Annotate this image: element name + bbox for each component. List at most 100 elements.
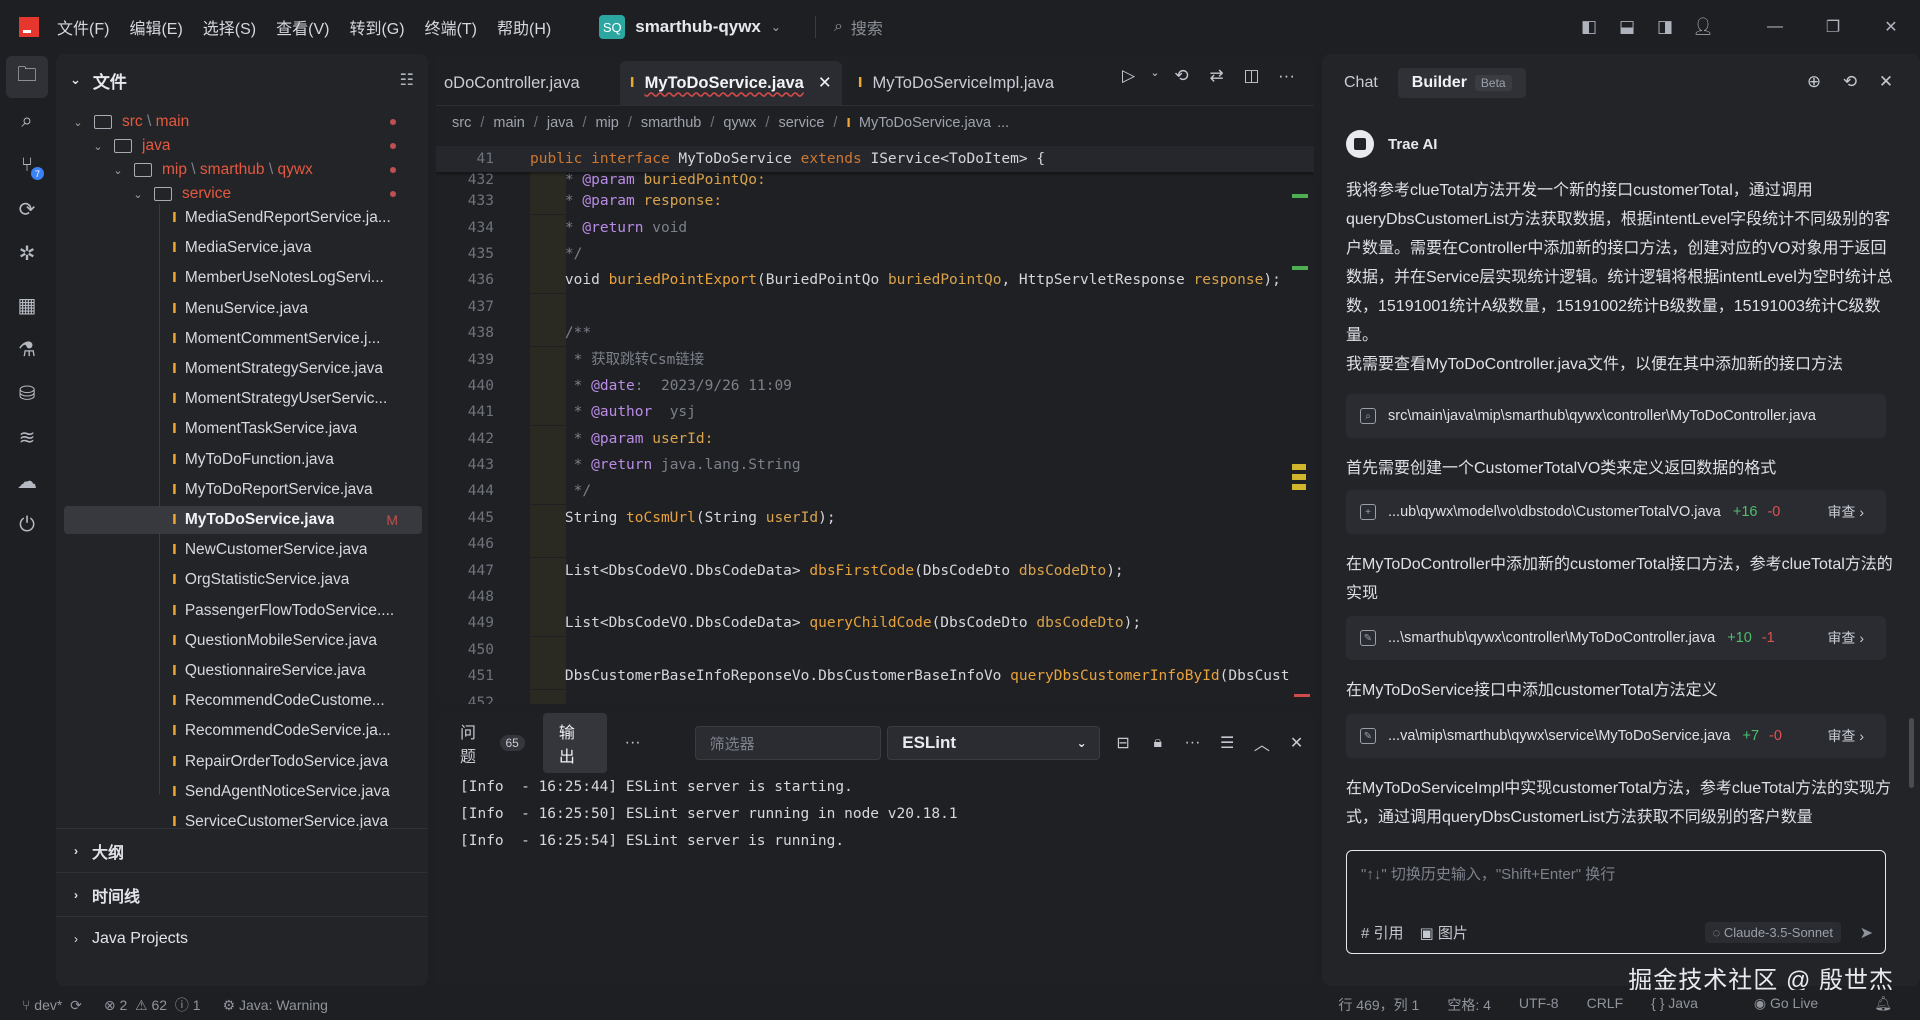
file-item[interactable]: Ⅰ MomentStrategyService.java bbox=[56, 355, 422, 383]
file-item[interactable]: Ⅰ RecommendCodeCustome... bbox=[56, 687, 422, 715]
code-line[interactable]: 446 bbox=[436, 531, 1314, 558]
code-line[interactable]: 442 * @param userId: bbox=[436, 425, 1314, 452]
chevron-down-icon[interactable]: ⌄ bbox=[1146, 66, 1164, 86]
code-line[interactable]: 436 void buriedPointExport(BuriedPointQo… bbox=[436, 267, 1314, 294]
review-button[interactable]: 审查 › bbox=[1827, 726, 1864, 746]
file-item[interactable]: Ⅰ RecommendCodeService.ja... bbox=[56, 717, 422, 745]
breadcrumb-item[interactable]: java bbox=[547, 115, 574, 131]
history-icon[interactable]: ⟲ bbox=[1832, 72, 1868, 92]
code-line[interactable]: 434 * @return void bbox=[436, 214, 1314, 241]
panel-settings-icon[interactable]: ☰ bbox=[1210, 733, 1245, 753]
tab-builder[interactable]: Builder Beta bbox=[1397, 68, 1526, 98]
open-log-icon[interactable]: ⊟ bbox=[1106, 733, 1141, 753]
power-icon[interactable]: ⏻ bbox=[6, 504, 48, 546]
code-line[interactable]: 451 DbsCustomerBaseInfoReponseVo.DbsCust… bbox=[436, 663, 1314, 690]
file-item[interactable]: Ⅰ MomentStrategyUserServic... bbox=[56, 385, 422, 413]
toggle-aux-sidebar-icon[interactable]: ◨ bbox=[1646, 0, 1684, 54]
file-item[interactable]: Ⅰ MyToDoFunction.java bbox=[56, 446, 422, 474]
file-item[interactable]: Ⅰ OrgStatisticService.java bbox=[56, 566, 422, 594]
close-icon[interactable]: ✕ bbox=[818, 73, 832, 93]
model-selector[interactable]: ◌ Claude-3.5-Sonnet bbox=[1704, 922, 1841, 943]
menu-file[interactable]: 文件(F) bbox=[57, 15, 109, 39]
layers-icon[interactable]: ≋ bbox=[6, 416, 48, 458]
extensions-icon[interactable]: ▦ bbox=[6, 284, 48, 326]
code-line[interactable]: 433 * @param response: bbox=[436, 188, 1314, 215]
code-view[interactable]: 432 * @param buriedPointQo: 433 * @param … bbox=[436, 172, 1314, 704]
code-line[interactable]: 450 bbox=[436, 636, 1314, 663]
file-item[interactable]: Ⅰ MemberUseNotesLogServi... bbox=[56, 264, 422, 292]
code-line[interactable]: 432 * @param buriedPointQo: bbox=[436, 172, 1314, 193]
code-line[interactable]: 439 * 获取跳转Csm链接 bbox=[436, 346, 1314, 373]
tab-mytodoservice[interactable]: Ⅰ MyToDoService.java ✕ bbox=[619, 61, 842, 105]
sticky-scroll-line[interactable]: 41 public interface MyToDoService extend… bbox=[436, 146, 1314, 172]
account-icon[interactable]: 👤︎ bbox=[1684, 0, 1722, 54]
toggle-sidebar-icon[interactable]: ◧ bbox=[1570, 0, 1608, 54]
search-icon[interactable]: ⌕ bbox=[6, 100, 48, 142]
section-java-projects[interactable]: › Java Projects bbox=[56, 916, 428, 960]
reference-button[interactable]: # 引用 bbox=[1361, 922, 1404, 943]
branch-indicator[interactable]: ⑂ dev* ⟳ bbox=[22, 997, 82, 1014]
file-change-card[interactable]: ✎ ...va\mip\smarthub\qywx\service\MyToDo… bbox=[1346, 714, 1886, 758]
code-line[interactable]: 441 * @author ysj bbox=[436, 399, 1314, 426]
notifications-icon[interactable]: 🔔︎ bbox=[1874, 995, 1892, 1015]
breadcrumb-item[interactable]: service bbox=[778, 115, 824, 131]
project-selector[interactable]: SQ smarthub-qywx ⌄ bbox=[599, 15, 781, 39]
code-line[interactable]: 452 bbox=[436, 689, 1314, 704]
more-actions-icon[interactable]: ··· bbox=[1269, 66, 1304, 86]
tab-problems[interactable]: 问题 65 bbox=[460, 719, 525, 767]
menu-edit[interactable]: 编辑(E) bbox=[129, 15, 182, 39]
breadcrumb-item[interactable]: qywx bbox=[723, 115, 756, 131]
breadcrumb-item[interactable]: main bbox=[493, 115, 524, 131]
file-item[interactable]: Ⅰ NewCustomerService.java bbox=[56, 536, 422, 564]
code-line[interactable]: 447 List<DbsCodeVO.DbsCodeData> dbsFirst… bbox=[436, 557, 1314, 584]
tab-mytodocontroller[interactable]: oDoController.java bbox=[436, 61, 590, 105]
breadcrumb-item[interactable]: src bbox=[452, 115, 471, 131]
tab-mytodoserviceimpl[interactable]: Ⅰ MyToDoServiceImpl.java bbox=[848, 61, 1064, 105]
line-ending[interactable]: CRLF bbox=[1587, 995, 1624, 1015]
breadcrumb-item[interactable]: smarthub bbox=[641, 115, 701, 131]
menu-terminal[interactable]: 终端(T) bbox=[425, 15, 477, 39]
menu-view[interactable]: 查看(V) bbox=[276, 15, 329, 39]
close-window-button[interactable]: ✕ bbox=[1862, 0, 1920, 54]
maximize-panel-icon[interactable]: ︿ bbox=[1245, 731, 1280, 755]
file-item[interactable]: Ⅰ RepairOrderTodoService.java bbox=[56, 748, 422, 776]
code-line[interactable]: 445 String toCsmUrl(String userId); bbox=[436, 504, 1314, 531]
code-line[interactable]: 437 bbox=[436, 293, 1314, 320]
menu-help[interactable]: 帮助(H) bbox=[497, 15, 551, 39]
more-actions-icon[interactable]: ··· bbox=[1175, 734, 1210, 752]
file-item[interactable]: Ⅰ QuestionnaireService.java bbox=[56, 657, 422, 685]
breadcrumb-item[interactable]: MyToDoService.java bbox=[859, 115, 991, 131]
go-live-button[interactable]: ◉ Go Live bbox=[1754, 995, 1846, 1015]
section-timeline[interactable]: › 时间线 bbox=[56, 872, 428, 916]
database-icon[interactable]: ⛁ bbox=[6, 372, 48, 414]
search-result-card[interactable]: ⌕ src\main\java\mip\smarthub\qywx\contro… bbox=[1346, 394, 1886, 438]
file-item[interactable]: Ⅰ MediaService.java bbox=[56, 234, 422, 262]
debug-icon[interactable]: ✲ bbox=[6, 232, 48, 274]
review-button[interactable]: 审查 › bbox=[1827, 628, 1864, 648]
filter-input[interactable]: 筛选器 bbox=[694, 726, 882, 760]
section-outline[interactable]: › 大纲 bbox=[56, 828, 428, 872]
testing-icon[interactable]: ⚗ bbox=[6, 328, 48, 370]
chat-input[interactable]: "↑↓" 切换历史输入，"Shift+Enter" 换行 # 引用 ▣ 图片 ◌… bbox=[1346, 850, 1886, 954]
menu-goto[interactable]: 转到(G) bbox=[349, 15, 404, 39]
file-item[interactable]: Ⅰ QuestionMobileService.java bbox=[56, 627, 422, 655]
output-channel-select[interactable]: ESLint ⌄ bbox=[887, 726, 1100, 760]
lock-scroll-icon[interactable]: 🔒︎ bbox=[1140, 734, 1175, 752]
code-line[interactable]: 435 */ bbox=[436, 240, 1314, 267]
code-line[interactable]: 440 * @date: 2023/9/26 11:09 bbox=[436, 372, 1314, 399]
review-button[interactable]: 审查 › bbox=[1827, 502, 1864, 522]
file-change-card[interactable]: + ...ub\qywx\model\vo\dbstodo\CustomerTo… bbox=[1346, 490, 1886, 534]
maximize-button[interactable]: ❐ bbox=[1804, 0, 1862, 54]
new-chat-icon[interactable]: ⊕ bbox=[1796, 72, 1832, 92]
split-editor-icon[interactable]: ◫ bbox=[1234, 66, 1269, 86]
breadcrumb-item[interactable]: ... bbox=[997, 115, 1009, 131]
close-panel-icon[interactable]: ✕ bbox=[1279, 733, 1314, 753]
file-change-card[interactable]: ✎ ...\smarthub\qywx\controller\MyToDoCon… bbox=[1346, 616, 1886, 660]
tab-chat[interactable]: Chat bbox=[1344, 74, 1378, 92]
send-icon[interactable]: ➤ bbox=[1860, 923, 1873, 943]
code-line[interactable]: 449 List<DbsCodeVO.DbsCodeData> queryChi… bbox=[436, 610, 1314, 637]
language-mode[interactable]: { } Java bbox=[1651, 995, 1726, 1015]
run-icon[interactable]: ▷ bbox=[1111, 66, 1146, 86]
minimize-button[interactable]: — bbox=[1746, 0, 1804, 54]
more-tabs-icon[interactable]: ··· bbox=[625, 734, 641, 752]
